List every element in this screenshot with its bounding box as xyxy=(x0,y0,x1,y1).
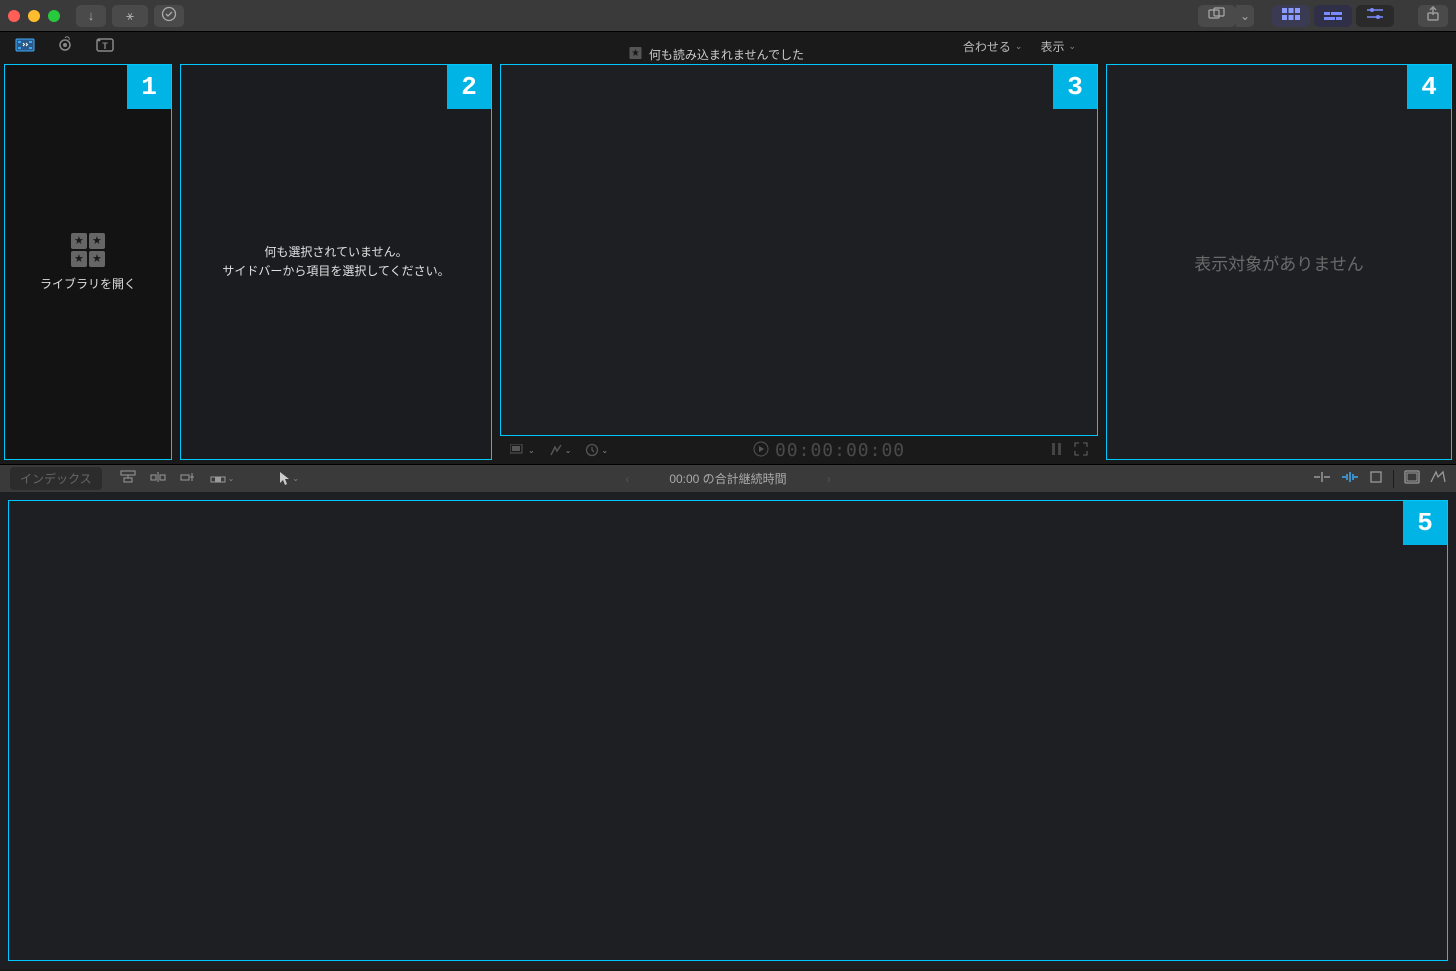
arrange-workspace-button[interactable] xyxy=(1198,5,1236,27)
subheader: T 何も読み込まれませんでした 合わせる ⌄ 表示 ⌄ xyxy=(0,32,1456,60)
viewer-panel[interactable]: 3 xyxy=(500,64,1098,436)
transitions-browser-toggle[interactable] xyxy=(1430,470,1446,487)
browser-empty-line1: 何も選択されていません。 xyxy=(222,243,449,262)
chevron-down-icon: ⌄ xyxy=(228,474,235,483)
overwrite-clip-button[interactable]: ⌄ xyxy=(208,472,237,486)
viewer-toolbar: ⌄ ⌄ ⌄ 00:00:00:00 xyxy=(500,436,1098,464)
library-grid-icon: ★★★★ xyxy=(71,233,105,267)
photos-icon xyxy=(55,36,75,57)
viewer-view-menu[interactable]: 表示 ⌄ xyxy=(1040,38,1076,55)
share-button[interactable] xyxy=(1418,5,1448,27)
keyword-editor-button[interactable]: ⚹ xyxy=(112,5,148,27)
insert-clip-button[interactable] xyxy=(148,470,168,487)
select-tool-button[interactable]: ⌄ xyxy=(276,471,301,487)
timeline-history-back[interactable]: ‹ xyxy=(625,472,629,486)
open-library-label: ライブラリを開く xyxy=(40,275,136,292)
effects-browser-toggle[interactable] xyxy=(1404,470,1420,487)
titles-sidebar-tab[interactable]: T xyxy=(90,34,120,58)
workspace-layout-group: ⌄ xyxy=(1198,5,1254,27)
media-sidebar-tab[interactable] xyxy=(10,34,40,58)
viewer-effects-menu[interactable]: ⌄ xyxy=(549,443,572,457)
browser-empty-message: 何も選択されていません。 サイドバーから項目を選択してください。 xyxy=(222,243,449,281)
library-sidebar-panel: 1 ★★★★ ライブラリを開く xyxy=(0,60,176,464)
upper-panels: 1 ★★★★ ライブラリを開く 2 何も選択されていません。 サイドバーから項目… xyxy=(0,60,1456,464)
inspector-empty-message: 表示対象がありません xyxy=(1194,250,1364,275)
timeline-index-label: インデックス xyxy=(20,472,92,486)
audio-meter-icon[interactable] xyxy=(1050,441,1064,460)
play-button[interactable] xyxy=(753,441,769,460)
snapping-toggle[interactable] xyxy=(1369,470,1383,487)
toggle-browser-button[interactable] xyxy=(1272,5,1310,27)
skimming-toggle[interactable] xyxy=(1313,470,1331,487)
download-icon: ↓ xyxy=(88,8,95,23)
titles-icon: T xyxy=(95,36,115,57)
svg-text:T: T xyxy=(102,41,108,51)
fullscreen-icon[interactable] xyxy=(1074,442,1088,459)
browser-panel: 2 何も選択されていません。 サイドバーから項目を選択してください。 xyxy=(176,60,496,464)
chevron-down-icon: ⌄ xyxy=(1068,41,1076,52)
annotation-badge-2: 2 xyxy=(447,65,491,109)
toggle-timeline-button[interactable] xyxy=(1314,5,1352,27)
window-traffic-lights xyxy=(8,10,70,22)
panel-toggle-group xyxy=(1272,5,1394,27)
annotation-badge-1: 1 xyxy=(127,65,171,109)
annotation-badge-3: 3 xyxy=(1053,65,1097,109)
inspector-panel: 4 表示対象がありません xyxy=(1102,60,1456,464)
annotation-badge-5: 5 xyxy=(1403,501,1447,545)
timeline-duration-label: 00:00 の合計継続時間 xyxy=(669,470,786,487)
toggle-inspector-button[interactable] xyxy=(1356,5,1394,27)
divider xyxy=(1393,470,1394,488)
annotation-badge-4: 4 xyxy=(1407,65,1451,109)
viewer-zoom-label: 合わせる xyxy=(963,38,1011,55)
viewer-zoom-menu[interactable]: 合わせる ⌄ xyxy=(963,38,1023,55)
titlebar: ↓ ⚹ ⌄ xyxy=(0,0,1456,32)
open-library-button[interactable]: ★★★★ ライブラリを開く xyxy=(40,233,136,292)
timeline-title-bar: ‹ 00:00 の合計継続時間 › xyxy=(625,470,830,487)
zoom-window-button[interactable] xyxy=(48,10,60,22)
viewer-view-label: 表示 xyxy=(1040,38,1064,55)
timeline-bars-icon xyxy=(1324,8,1342,23)
check-circle-icon xyxy=(161,6,177,25)
timeline-header: インデックス ⌄ ⌄ ‹ 00:00 の合計継続時間 › xyxy=(0,464,1456,492)
timeline-panel[interactable]: 5 xyxy=(0,492,1456,969)
connect-clip-button[interactable] xyxy=(118,470,138,487)
append-clip-button[interactable] xyxy=(178,470,198,487)
browser-empty-line2: サイドバーから項目を選択してください。 xyxy=(222,262,449,281)
arrange-workspace-menu[interactable]: ⌄ xyxy=(1236,5,1254,27)
import-button[interactable]: ↓ xyxy=(76,5,106,27)
grid-icon xyxy=(1282,8,1300,23)
share-icon xyxy=(1426,6,1440,25)
timeline-index-button[interactable]: インデックス xyxy=(10,467,102,490)
timeline-history-forward[interactable]: › xyxy=(827,472,831,486)
audio-skimming-toggle[interactable] xyxy=(1341,470,1359,487)
sliders-icon xyxy=(1367,7,1383,24)
overlap-windows-icon xyxy=(1208,7,1226,24)
chevron-down-icon: ⌄ xyxy=(292,474,299,483)
chevron-down-icon: ⌄ xyxy=(1015,41,1023,52)
viewer-retime-menu[interactable]: ⌄ xyxy=(585,443,608,457)
filmstrip-icon xyxy=(15,36,35,57)
background-tasks-button[interactable] xyxy=(154,5,184,27)
viewer-timecode[interactable]: 00:00:00:00 xyxy=(775,440,905,461)
key-icon: ⚹ xyxy=(126,8,134,24)
photos-audio-sidebar-tab[interactable] xyxy=(50,34,80,58)
viewer-layout-menu[interactable]: ⌄ xyxy=(510,444,535,456)
minimize-window-button[interactable] xyxy=(28,10,40,22)
close-window-button[interactable] xyxy=(8,10,20,22)
